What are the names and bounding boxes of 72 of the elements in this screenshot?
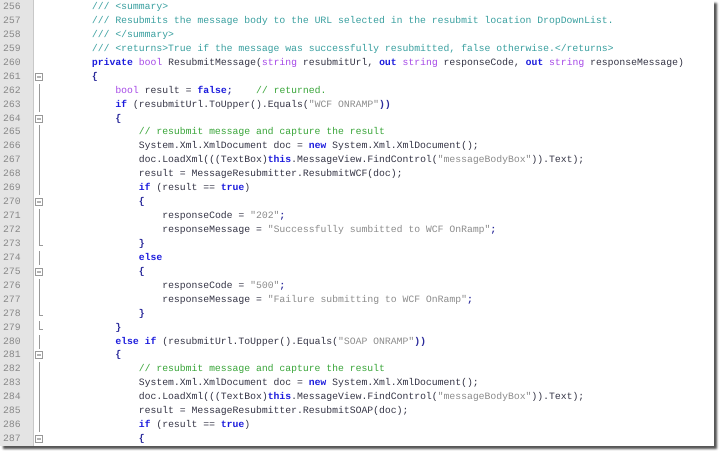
collapse-icon[interactable] — [35, 268, 43, 276]
code-line: } — [138, 306, 145, 321]
code-line: /// <summary> — [90, 0, 168, 14]
code-line: System.Xml.XmlDocument doc = new System.Xml.XmlDocument(); — [138, 376, 479, 390]
line-number: 274 — [0, 250, 34, 265]
line-number: 266 — [0, 139, 34, 154]
collapse-icon[interactable] — [35, 351, 43, 360]
code-line: { — [138, 432, 145, 446]
line-number: 270 — [0, 195, 34, 210]
code-line: if (result == true) — [138, 418, 250, 432]
line-number: 265 — [0, 125, 34, 140]
line-number: 277 — [0, 292, 34, 307]
line-number: 279 — [0, 320, 34, 334]
collapse-icon[interactable] — [35, 435, 43, 444]
code-line: /// Resubmits the message body to the URL selected in the resubmit location DropDownList. — [90, 14, 614, 28]
code-line: { — [114, 348, 122, 362]
line-number: 284 — [0, 390, 34, 404]
collapse-icon[interactable] — [35, 114, 43, 122]
line-number: 256 — [0, 0, 34, 14]
code-line: result = MessageResubmitter.ResubmitSOAP(doc); — [138, 404, 408, 418]
line-number: 280 — [0, 334, 34, 348]
code-line: { — [114, 112, 122, 126]
code-line: responseCode = "202"; — [161, 209, 286, 223]
fold-line — [38, 250, 40, 265]
code-line: /// <returns>True if the message was successfully resubmitted, false otherwise.</returns> — [90, 42, 614, 56]
code-line: if (resubmitUrl.ToUpper().Equals("WCF ONRAMP")) — [114, 98, 391, 112]
line-number: 287 — [0, 432, 34, 446]
code-line: { — [90, 70, 98, 84]
line-number: 269 — [0, 181, 34, 196]
code-line: { — [138, 264, 145, 279]
fold-line — [38, 334, 40, 348]
line-number: 257 — [0, 14, 34, 28]
line-number: 259 — [0, 42, 34, 56]
code-line: result = MessageResubmitter.ResubmitWCF(doc); — [138, 167, 402, 182]
code-line: doc.LoadXml(((TextBox)this.MessageView.FindControl("messageBodyBox")).Text); — [138, 390, 584, 404]
code-line: if (result == true) — [138, 181, 250, 196]
code-line: System.Xml.XmlDocument doc = new System.Xml.XmlDocument(); — [138, 139, 479, 154]
code-line: } — [114, 320, 122, 334]
line-number: 271 — [0, 209, 34, 223]
collapse-icon[interactable] — [35, 72, 43, 81]
line-number: 261 — [0, 70, 34, 84]
line-number: 272 — [0, 223, 34, 237]
line-number: 273 — [0, 236, 34, 251]
code-line: // resubmit message and capture the result — [138, 125, 385, 140]
line-number: 268 — [0, 167, 34, 182]
collapse-icon[interactable] — [35, 198, 43, 206]
line-number: 263 — [0, 98, 34, 112]
code-line: else — [138, 250, 162, 265]
code-line: else if (resubmitUrl.ToUpper().Equals("SOAP ONRAMP")) — [114, 334, 426, 348]
code-line: /// </summary> — [90, 28, 174, 42]
code-line: } — [138, 236, 145, 251]
line-number: 260 — [0, 56, 34, 70]
line-number: 276 — [0, 278, 34, 293]
line-number: 267 — [0, 153, 34, 168]
code-line: responseMessage = "Failure submitting to WCF OnRamp"; — [161, 292, 473, 307]
line-number: 278 — [0, 306, 34, 321]
line-number: 262 — [0, 84, 34, 98]
code-line: bool result = false; // returned. — [114, 84, 326, 98]
code-line: doc.LoadXml(((TextBox)this.MessageView.FindControl("messageBodyBox")).Text); — [138, 153, 584, 168]
line-number: 258 — [0, 28, 34, 42]
code-line: // resubmit message and capture the result — [138, 362, 385, 376]
line-number: 281 — [0, 348, 34, 362]
line-number: 285 — [0, 404, 34, 418]
code-line: responseMessage = "Successfully sumbitted to WCF OnRamp"; — [161, 223, 496, 237]
line-number: 282 — [0, 362, 34, 376]
code-line: private bool ResubmitMessage(string resubmitUrl, out string responseCode, out string responseMessage) — [90, 56, 684, 70]
line-number: 275 — [0, 264, 34, 279]
code-line: responseCode = "500"; — [161, 278, 286, 293]
code-line: { — [138, 195, 145, 210]
line-number: 264 — [0, 112, 34, 126]
line-number: 286 — [0, 418, 34, 432]
line-number: 283 — [0, 376, 34, 390]
